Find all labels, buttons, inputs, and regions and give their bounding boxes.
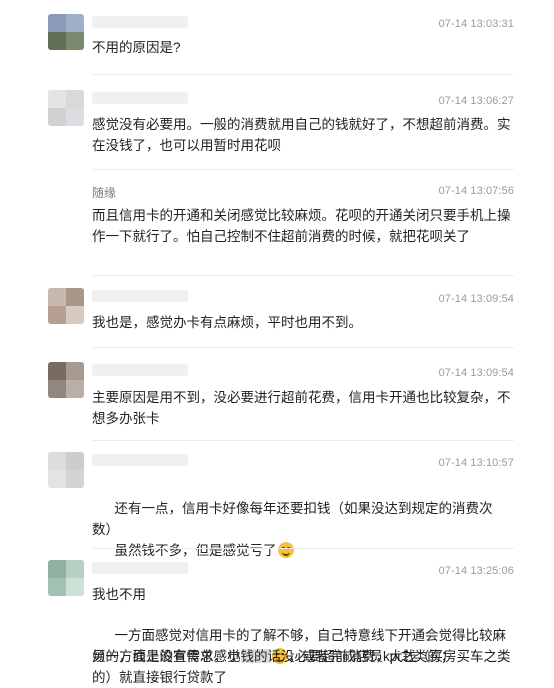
avatar-tile — [48, 452, 66, 470]
avatar-tile — [48, 90, 66, 108]
divider — [92, 74, 514, 75]
username-redacted — [92, 16, 188, 28]
comment-time: 07-14 13:07:56 — [438, 185, 514, 197]
avatar-tile — [66, 578, 84, 596]
avatar[interactable] — [48, 288, 84, 324]
comment-time: 07-14 13:03:31 — [438, 18, 514, 30]
divider — [92, 169, 514, 170]
avatar-tile — [48, 14, 66, 32]
avatar-tile — [66, 32, 84, 50]
avatar-tile — [48, 380, 66, 398]
avatar-tile — [48, 288, 66, 306]
comment-text: 不用的原因是? — [92, 40, 181, 55]
avatar-tile — [66, 108, 84, 126]
username-redacted — [92, 364, 188, 376]
comment-text: 感觉没有必要用。一般的消费就用自己的钱就好了，不想超前消费。实在没钱了，也可以用… — [92, 117, 511, 153]
comment-text: 而且信用卡的开通和关闭感觉比较麻烦。花呗的开通关闭只要手机上操作一下就行了。怕自… — [92, 208, 511, 244]
avatar-tile — [48, 108, 66, 126]
avatar-tile — [48, 560, 66, 578]
username-redacted — [92, 92, 188, 104]
avatar-tile — [66, 288, 84, 306]
avatar[interactable] — [48, 14, 84, 50]
avatar[interactable] — [48, 362, 84, 398]
avatar-tile — [66, 90, 84, 108]
comment-username[interactable]: 随缘 — [92, 184, 116, 201]
avatar-tile — [66, 14, 84, 32]
avatar[interactable] — [48, 560, 84, 596]
username-redacted — [92, 290, 188, 302]
comment-text: 我也是，感觉办卡有点麻烦，平时也用不到。 — [92, 315, 362, 330]
comment-text-line: 虽然钱不多，但是感觉亏了 — [114, 543, 277, 558]
avatar-tile — [66, 362, 84, 380]
comment-time: 07-14 13:10:57 — [438, 457, 514, 469]
comment-text: 另一方面是没有需求，小钱的话没必要超前消费，大钱（买房买车之类的）就直接银行贷款… — [92, 649, 511, 685]
divider — [92, 347, 514, 348]
avatar-tile — [48, 578, 66, 596]
sweat-smile-emoji-icon — [277, 542, 294, 558]
avatar-tile — [48, 470, 66, 488]
avatar-tile — [66, 470, 84, 488]
avatar-tile — [48, 32, 66, 50]
divider — [92, 548, 514, 549]
divider — [92, 440, 514, 441]
username-redacted — [92, 454, 188, 466]
avatar-tile — [66, 380, 84, 398]
comment-time: 07-14 13:25:06 — [438, 565, 514, 577]
avatar[interactable] — [48, 452, 84, 488]
username-redacted — [92, 562, 188, 574]
comment-feed: 07-14 13:03:31 不用的原因是? 07-14 13:06:27 感觉… — [0, 0, 554, 686]
avatar[interactable] — [48, 90, 84, 126]
avatar-tile — [66, 560, 84, 578]
avatar-tile — [66, 306, 84, 324]
avatar-tile — [48, 362, 66, 380]
comment-text: 我也不用 — [92, 587, 146, 602]
avatar-tile — [48, 306, 66, 324]
comment-time: 07-14 13:06:27 — [438, 95, 514, 107]
comment-text: 主要原因是用不到，没必要进行超前花费，信用卡开通也比较复杂，不想多办张卡 — [92, 390, 511, 426]
divider — [92, 275, 514, 276]
comment-time: 07-14 13:09:54 — [438, 293, 514, 305]
comment-time: 07-14 13:09:54 — [438, 367, 514, 379]
avatar-tile — [66, 452, 84, 470]
